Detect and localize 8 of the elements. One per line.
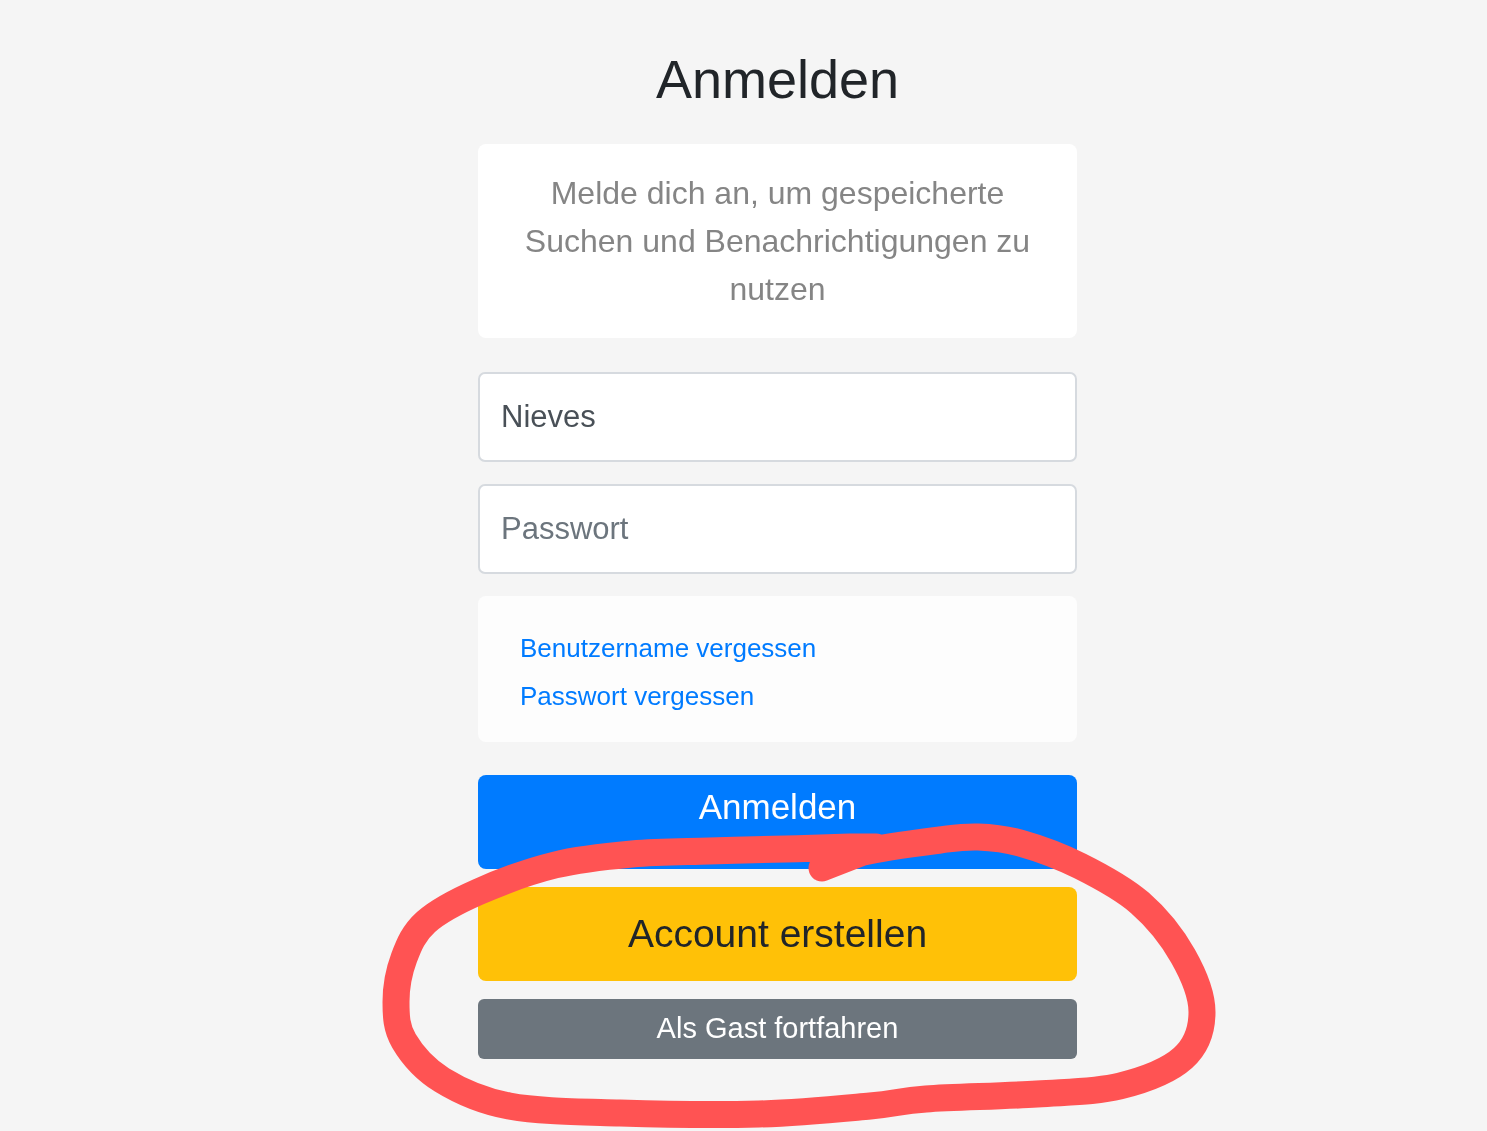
password-field[interactable]: Passwort [478, 484, 1077, 574]
create-account-button[interactable]: Account erstellen [478, 887, 1077, 981]
text-link[interactable]: Benutzername vergessen [520, 633, 817, 663]
info-card: Melde dich an, um gespeicherte Suchen und Benachrichtigungen zu nutzen [478, 144, 1077, 338]
guest-button[interactable]: Als Gast fortfahren [478, 999, 1077, 1059]
page-title: Anmelden [654, 48, 901, 111]
username-field[interactable]: Nieves [478, 372, 1077, 462]
text-link[interactable]: Passwort vergessen [520, 681, 755, 711]
